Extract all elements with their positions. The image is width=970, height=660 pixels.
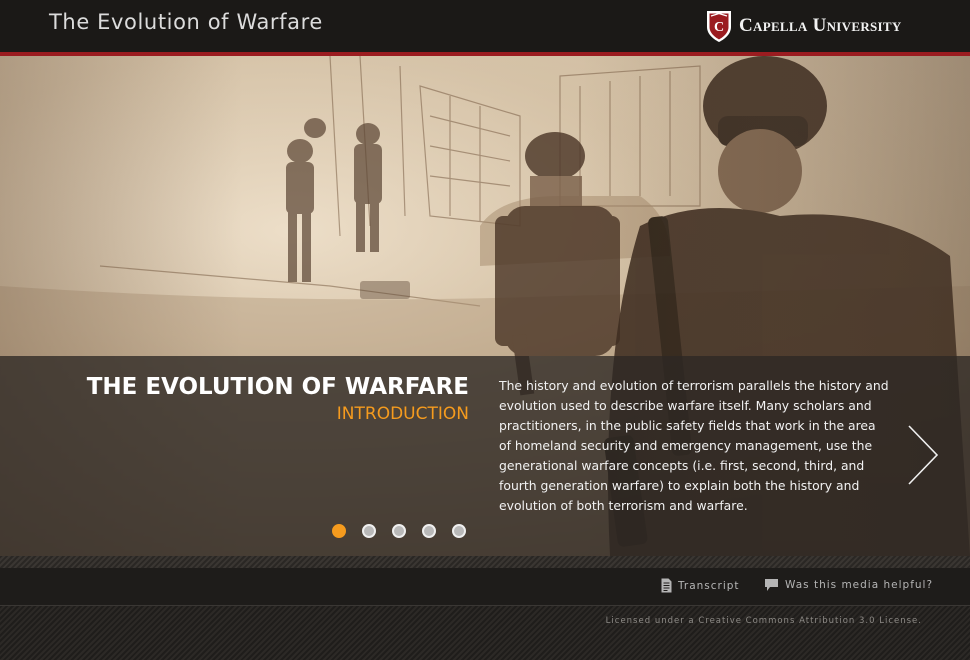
pagination-dot-1[interactable] — [332, 524, 346, 538]
speech-bubble-icon — [765, 579, 778, 591]
page-title: The Evolution of Warfare — [49, 10, 323, 34]
pagination-dot-5[interactable] — [452, 524, 466, 538]
document-icon — [661, 578, 672, 593]
feedback-button[interactable]: Was this media helpful? — [764, 578, 933, 592]
next-slide-button[interactable] — [905, 424, 941, 486]
header-bar: The Evolution of Warfare C Capella Unive… — [0, 0, 970, 52]
capella-logo: C Capella University — [705, 9, 902, 43]
feedback-label: Was this media helpful? — [785, 579, 934, 591]
transcript-label: Transcript — [678, 579, 740, 592]
logo-wordmark: Capella University — [739, 15, 902, 36]
slide-body-text: The history and evolution of terrorism p… — [499, 378, 889, 513]
slide-caption-panel: THE EVOLUTION OF WARFARE INTRODUCTION Th… — [0, 356, 970, 556]
slide-subtitle: INTRODUCTION — [336, 404, 469, 424]
pagination-dot-2[interactable] — [362, 524, 376, 538]
chevron-right-icon — [908, 425, 939, 485]
slide-title: THE EVOLUTION OF WARFARE — [86, 374, 469, 400]
transcript-button[interactable]: Transcript — [661, 578, 740, 593]
slide-pagination — [332, 524, 466, 538]
license-link[interactable]: Licensed under a Creative Commons Attrib… — [606, 616, 922, 626]
media-toolbar: Transcript Was this media helpful? — [0, 568, 970, 606]
shield-logo-icon: C — [707, 11, 731, 42]
slide-hero: THE EVOLUTION OF WARFARE INTRODUCTION Th… — [0, 56, 970, 556]
pagination-dot-3[interactable] — [392, 524, 406, 538]
footer: Licensed under a Creative Commons Attrib… — [0, 606, 970, 660]
decorative-stripe — [0, 556, 970, 568]
pagination-dot-4[interactable] — [422, 524, 436, 538]
svg-text:C: C — [714, 20, 724, 35]
